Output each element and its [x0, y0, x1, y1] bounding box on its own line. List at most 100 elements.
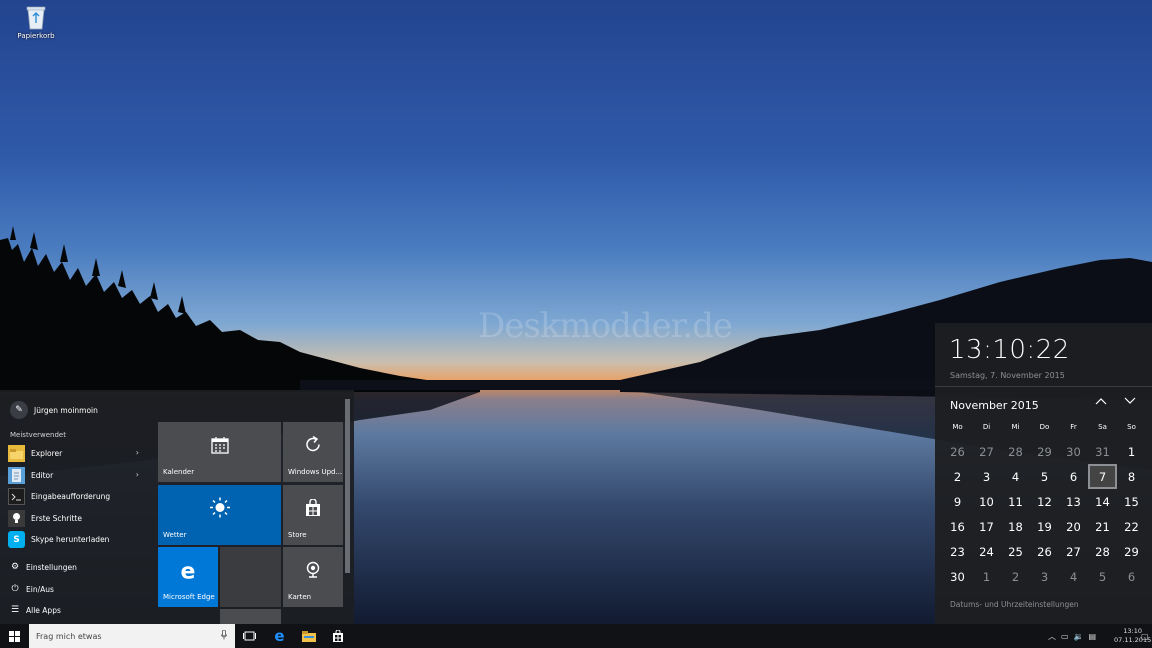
calendar-day[interactable]: 11 [1001, 489, 1030, 514]
command-prompt-icon [8, 488, 25, 506]
calendar-day[interactable]: 21 [1088, 514, 1117, 539]
calendar-day[interactable]: 23 [943, 539, 972, 564]
app-item-skype[interactable]: S Skype herunterladen [8, 529, 143, 551]
calendar-day[interactable]: 4 [1001, 464, 1030, 489]
calendar-day[interactable]: 31 [1088, 439, 1117, 464]
calendar-day[interactable]: 10 [972, 489, 1001, 514]
calendar-day[interactable]: 13 [1059, 489, 1088, 514]
tile-maps[interactable]: Karten [283, 547, 343, 607]
list-icon: ☰ [10, 605, 20, 615]
app-item-editor[interactable]: Editor › [8, 465, 143, 487]
explorer-taskbar-button[interactable] [294, 624, 323, 648]
calendar-day[interactable]: 22 [1117, 514, 1146, 539]
weekday-label: Fr [1070, 423, 1077, 431]
full-date[interactable]: Samstag, 7. November 2015 [950, 371, 1065, 380]
task-view-button[interactable] [235, 624, 264, 648]
calendar-day[interactable]: 8 [1117, 464, 1146, 489]
edge-taskbar-button[interactable]: e [265, 624, 294, 648]
divider [935, 386, 1152, 387]
calendar-day[interactable]: 2 [1001, 564, 1030, 589]
calendar-day[interactable]: 27 [972, 439, 1001, 464]
calendar-day[interactable]: 30 [1059, 439, 1088, 464]
calendar-icon [210, 435, 229, 459]
tile-store[interactable]: Store [283, 485, 343, 545]
tile-microsoft-edge[interactable]: e Microsoft Edge [158, 547, 218, 607]
calendar-flyout: 13:10:22 Samstag, 7. November 2015 Novem… [935, 323, 1152, 624]
start-menu-left-pane: ✎ Jürgen moinmoin Meistverwendet Explore… [0, 390, 150, 624]
network-icon[interactable]: ▭ [1061, 632, 1069, 641]
app-item-explorer[interactable]: Explorer › [8, 443, 143, 465]
calendar-day[interactable]: 12 [1030, 489, 1059, 514]
calendar-day[interactable]: 1 [1117, 439, 1146, 464]
date-time-settings-link[interactable]: Datums- und Uhrzeiteinstellungen [950, 600, 1079, 609]
calendar-day[interactable]: 27 [1059, 539, 1088, 564]
search-placeholder: Frag mich etwas [36, 631, 102, 641]
store-taskbar-button[interactable] [323, 624, 352, 648]
tile-windows-update[interactable]: Windows Upd... [283, 422, 343, 482]
calendar-day[interactable]: 17 [972, 514, 1001, 539]
tile-empty [220, 547, 281, 607]
task-view-icon [243, 631, 256, 641]
calendar-day[interactable]: 6 [1117, 564, 1146, 589]
calendar-day[interactable]: 2 [943, 464, 972, 489]
weekday-label: Sa [1098, 423, 1107, 431]
chevron-up-icon[interactable] [1092, 395, 1110, 408]
app-item-get-started[interactable]: Erste Schritte [8, 508, 143, 530]
app-item-label: Skype herunterladen [31, 535, 110, 545]
refresh-icon [303, 435, 323, 460]
calendar-day[interactable]: 29 [1030, 439, 1059, 464]
calendar-day[interactable]: 3 [972, 464, 1001, 489]
all-apps-label: Alle Apps [26, 605, 61, 615]
calendar-day[interactable]: 5 [1088, 564, 1117, 589]
chevron-right-icon[interactable]: › [136, 448, 139, 457]
chevron-up-icon[interactable]: ︿ [1048, 631, 1056, 642]
microphone-icon[interactable] [221, 629, 227, 643]
taskbar: Frag mich etwas e ︿ ▭ 🔉 ▤ 13:10 07.11.20… [0, 624, 1152, 648]
calendar-day[interactable]: 6 [1059, 464, 1088, 489]
calendar-day[interactable]: 14 [1088, 489, 1117, 514]
calendar-day-today[interactable]: 7 [1088, 464, 1117, 489]
calendar-day[interactable]: 30 [943, 564, 972, 589]
settings-item[interactable]: ⚙ Einstellungen [10, 562, 77, 572]
search-box[interactable]: Frag mich etwas [29, 624, 235, 648]
calendar-day[interactable]: 5 [1030, 464, 1059, 489]
action-center-button[interactable]: ▢ [1141, 624, 1151, 648]
calendar-day[interactable]: 29 [1117, 539, 1146, 564]
calendar-day[interactable]: 28 [1001, 439, 1030, 464]
calendar-day[interactable]: 19 [1030, 514, 1059, 539]
power-icon: ⏻ [11, 584, 19, 594]
calendar-day[interactable]: 25 [1001, 539, 1030, 564]
tile-calendar[interactable]: Kalender [158, 422, 281, 482]
all-apps-item[interactable]: ☰ Alle Apps [10, 605, 61, 615]
chevron-down-icon[interactable] [1121, 395, 1139, 408]
calendar-day[interactable]: 20 [1059, 514, 1088, 539]
calendar-day[interactable]: 15 [1117, 489, 1146, 514]
tile-weather[interactable]: Wetter [158, 485, 281, 545]
keyboard-icon[interactable]: ▤ [1089, 632, 1097, 641]
start-menu-scroll-thumb[interactable] [345, 399, 350, 573]
app-item-command-prompt[interactable]: Eingabeaufforderung [8, 486, 143, 508]
calendar-day[interactable]: 1 [972, 564, 1001, 589]
recycle-bin[interactable]: Papierkorb [14, 4, 58, 40]
calendar-day[interactable]: 9 [943, 489, 972, 514]
month-label[interactable]: November 2015 [950, 399, 1039, 412]
calendar-day[interactable]: 18 [1001, 514, 1030, 539]
calendar-day[interactable]: 3 [1030, 564, 1059, 589]
calendar-day[interactable]: 24 [972, 539, 1001, 564]
calendar-day[interactable]: 26 [1030, 539, 1059, 564]
power-item[interactable]: ⏻ Ein/Aus [10, 584, 53, 594]
watermark: Deskmodder.de [478, 306, 733, 346]
start-button[interactable] [0, 624, 29, 648]
tile-label: Windows Upd... [288, 468, 343, 476]
weekday-label: Mi [1011, 423, 1020, 431]
tile-partial[interactable] [220, 609, 281, 624]
calendar-day[interactable]: 4 [1059, 564, 1088, 589]
user-account[interactable]: ✎ Jürgen moinmoin [10, 401, 98, 419]
clock-time: 13:10:22 [949, 335, 1070, 365]
chevron-right-icon[interactable]: › [136, 470, 139, 479]
settings-label: Einstellungen [26, 562, 77, 572]
calendar-day[interactable]: 16 [943, 514, 972, 539]
calendar-day[interactable]: 28 [1088, 539, 1117, 564]
calendar-day[interactable]: 26 [943, 439, 972, 464]
volume-icon[interactable]: 🔉 [1074, 632, 1084, 641]
